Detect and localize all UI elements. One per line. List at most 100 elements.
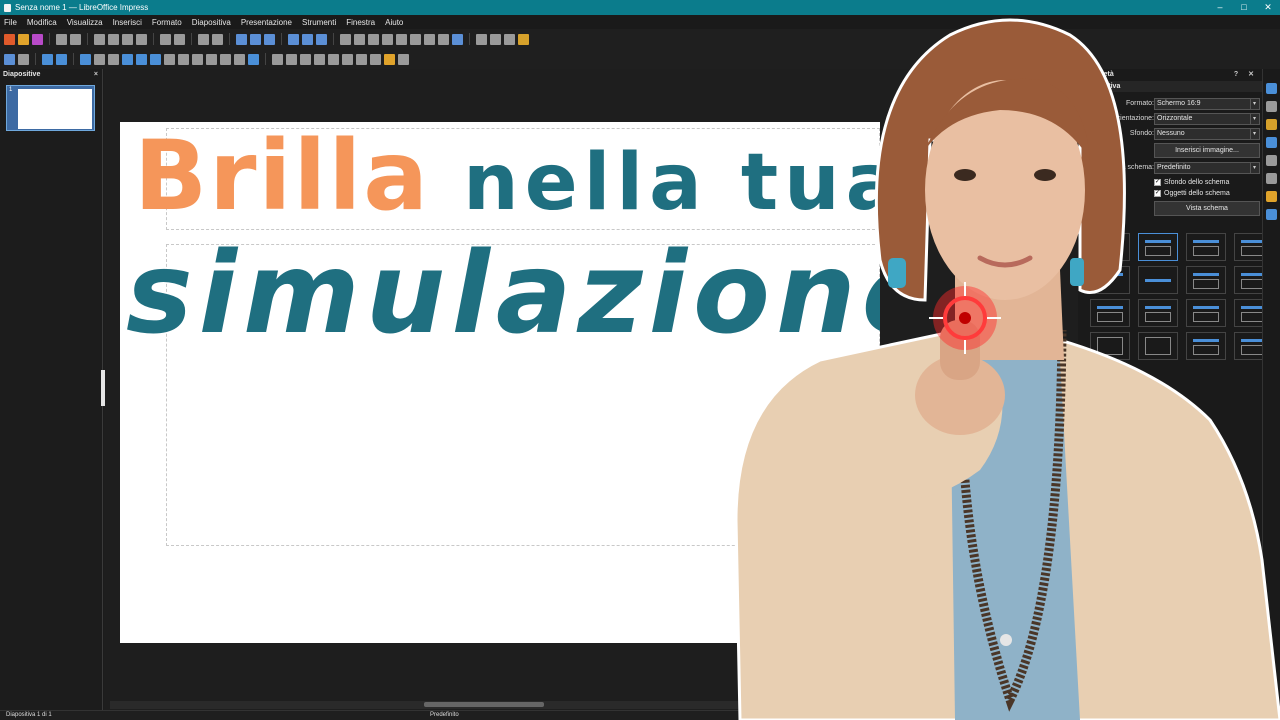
slide-transition-icon[interactable] [518, 33, 529, 45]
media-icon[interactable] [368, 33, 379, 45]
insert-ellipse-icon[interactable] [108, 53, 119, 65]
stars-icon[interactable] [234, 53, 245, 65]
layout-title-only[interactable] [1090, 266, 1130, 294]
callouts-icon[interactable] [220, 53, 231, 65]
spellcheck-icon[interactable] [212, 33, 223, 45]
toggle-extrusion-icon[interactable] [398, 53, 409, 65]
styles-deck-icon[interactable] [1266, 101, 1277, 112]
arrange-icon[interactable] [300, 53, 311, 65]
background-select[interactable]: Nessuno ▾ [1154, 128, 1260, 140]
layout-vertical-text[interactable] [1138, 332, 1178, 360]
master-background-checkbox[interactable]: ✓ Sfondo dello schema [1154, 177, 1229, 187]
duplicate-slide-icon[interactable] [504, 33, 515, 45]
pane-resize-handle[interactable] [101, 370, 105, 406]
image-icon[interactable] [354, 33, 365, 45]
start-current-slide-icon[interactable] [316, 33, 327, 45]
lines-arrows-icon[interactable] [122, 53, 133, 65]
layout-centered-text[interactable] [1138, 266, 1178, 294]
close-window-button[interactable]: ✕ [1256, 0, 1280, 15]
start-first-slide-icon[interactable] [302, 33, 313, 45]
slide-section-header[interactable]: Diapositiva [1078, 81, 1262, 92]
show-draw-functions-icon[interactable] [452, 33, 463, 45]
layout-title-vertical[interactable] [1186, 332, 1226, 360]
symbol-shapes-icon[interactable] [178, 53, 189, 65]
new-slide-icon[interactable] [490, 33, 501, 45]
fill-color-icon[interactable] [56, 53, 67, 65]
find-replace-icon[interactable] [198, 33, 209, 45]
redo-icon[interactable] [174, 33, 185, 45]
insert-image-button[interactable]: Inserisci immagine... [1154, 143, 1260, 158]
new-document-icon[interactable] [4, 33, 15, 45]
export-pdf-icon[interactable] [56, 33, 67, 45]
rotate-icon[interactable] [272, 53, 283, 65]
paste-icon[interactable] [122, 33, 133, 45]
layout-title-content[interactable] [1138, 233, 1178, 261]
properties-controls[interactable]: ? ✕ [1234, 69, 1258, 81]
hyperlink-icon[interactable] [438, 33, 449, 45]
navigator-deck-icon[interactable] [1266, 137, 1277, 148]
menu-visualizza[interactable]: Visualizza [67, 18, 103, 27]
layout-title-4-content-b[interactable] [1186, 299, 1226, 327]
master-slides-deck-icon[interactable] [1266, 209, 1277, 220]
display-views-icon[interactable] [264, 33, 275, 45]
horizontal-scrollbar[interactable] [110, 701, 810, 709]
layout-title-4-content[interactable] [1090, 299, 1130, 327]
filter-icon[interactable] [356, 53, 367, 65]
display-grid-icon[interactable] [236, 33, 247, 45]
scrollbar-thumb[interactable] [424, 702, 544, 707]
undo-icon[interactable] [160, 33, 171, 45]
menu-formato[interactable]: Formato [152, 18, 182, 27]
master-view-button[interactable]: Vista schema [1154, 201, 1260, 216]
chart-icon[interactable] [382, 33, 393, 45]
master-objects-checkbox[interactable]: ✓ Oggetti dello schema [1154, 188, 1230, 198]
menu-modifica[interactable]: Modifica [27, 18, 57, 27]
crop-icon[interactable] [342, 53, 353, 65]
shadow-icon[interactable] [328, 53, 339, 65]
clone-formatting-icon[interactable] [136, 33, 147, 45]
helplines-icon[interactable] [250, 33, 261, 45]
layout-title-content-2[interactable] [1186, 233, 1226, 261]
shapes-deck-icon[interactable] [1266, 155, 1277, 166]
align-objects-icon[interactable] [286, 53, 297, 65]
layout-title-2-content-2[interactable] [1186, 266, 1226, 294]
layout-blank[interactable] [1090, 233, 1130, 261]
insert-rectangle-icon[interactable] [94, 53, 105, 65]
layout-title-2-content-over[interactable] [1138, 299, 1178, 327]
menu-presentazione[interactable]: Presentazione [241, 18, 292, 27]
curves-polygons-icon[interactable] [136, 53, 147, 65]
close-icon[interactable]: × [94, 69, 98, 81]
maximize-button[interactable]: □ [1232, 0, 1256, 15]
copy-icon[interactable] [108, 33, 119, 45]
glue-points-icon[interactable] [384, 53, 395, 65]
basic-shapes-icon[interactable] [164, 53, 175, 65]
table-icon[interactable] [340, 33, 351, 45]
distribute-icon[interactable] [314, 53, 325, 65]
format-select[interactable]: Schermo 16:9 ▾ [1154, 98, 1260, 110]
master-slide-icon[interactable] [288, 33, 299, 45]
select-pointer-icon[interactable] [4, 53, 15, 65]
master-slide-select[interactable]: Predefinito ▾ [1154, 162, 1260, 174]
special-character-icon[interactable] [410, 33, 421, 45]
connectors-icon[interactable] [150, 53, 161, 65]
gallery-deck-icon[interactable] [1266, 119, 1277, 130]
menu-aiuto[interactable]: Aiuto [385, 18, 403, 27]
cut-icon[interactable] [94, 33, 105, 45]
slide-thumbnail[interactable]: 1 [6, 85, 95, 131]
menu-inserisci[interactable]: Inserisci [113, 18, 142, 27]
orientation-select[interactable]: Orizzontale ▾ [1154, 113, 1260, 125]
minimize-button[interactable]: – [1208, 0, 1232, 15]
line-color-icon[interactable] [42, 53, 53, 65]
block-arrows-icon[interactable] [192, 53, 203, 65]
insert-line-icon[interactable] [80, 53, 91, 65]
slide-layout-icon[interactable] [476, 33, 487, 45]
menu-diapositiva[interactable]: Diapositiva [192, 18, 231, 27]
menu-file[interactable]: File [4, 18, 17, 27]
textbox-icon[interactable] [396, 33, 407, 45]
transition-deck-icon[interactable] [1266, 173, 1277, 184]
3d-objects-icon[interactable] [248, 53, 259, 65]
open-folder-icon[interactable] [18, 33, 29, 45]
slide-canvas[interactable]: Brilla nella tua simulazione [120, 122, 880, 643]
layout-vertical-title[interactable] [1090, 332, 1130, 360]
menu-strumenti[interactable]: Strumenti [302, 18, 336, 27]
print-icon[interactable] [70, 33, 81, 45]
